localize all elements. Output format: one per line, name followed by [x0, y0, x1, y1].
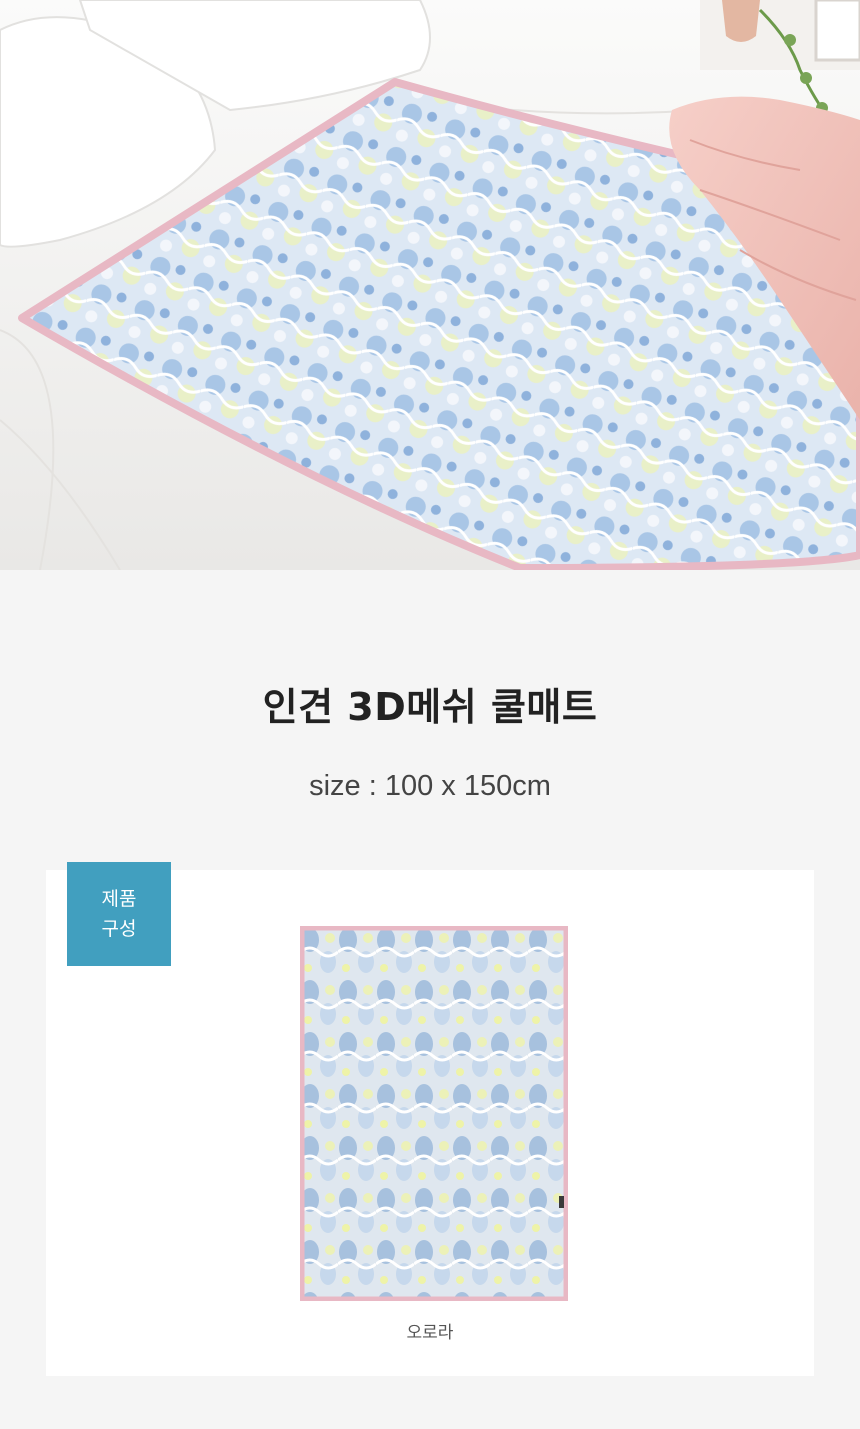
product-image: [299, 925, 569, 1302]
product-name: 오로라: [406, 1323, 454, 1343]
size-text: size : 100 x 150cm: [309, 770, 551, 802]
page-title: 인견 3D메쉬 쿨매트: [262, 685, 598, 729]
product-mat-illustration: [299, 925, 569, 1302]
badge-line-2: 구성: [101, 918, 137, 940]
hero-photo-illustration: [0, 0, 860, 570]
composition-badge: 제품 구성: [67, 862, 171, 966]
hero-photo: [0, 0, 860, 570]
badge-line-1: 제품: [101, 888, 137, 910]
